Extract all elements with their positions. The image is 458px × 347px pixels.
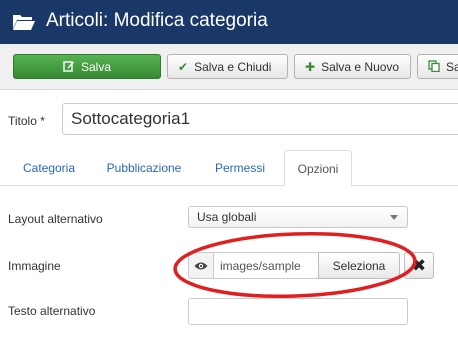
title-input[interactable]: Sottocategoria1: [62, 103, 458, 135]
save-button-label: Salva: [80, 59, 112, 74]
layout-label: Layout alternativo: [8, 212, 103, 226]
page-title: Articoli: Modifica categoria: [46, 10, 268, 31]
eye-icon: [194, 262, 208, 269]
save-new-label: Salva e Nuovo: [321, 59, 400, 74]
caret-down-icon: [390, 215, 398, 220]
tab-opzioni[interactable]: Opzioni: [284, 150, 352, 187]
preview-button[interactable]: [188, 252, 214, 279]
select-image-button[interactable]: Seleziona: [318, 252, 400, 279]
image-label: Immagine: [8, 259, 61, 273]
tab-permessi[interactable]: Permessi: [200, 150, 280, 186]
save-copy-button[interactable]: Sa: [417, 54, 458, 79]
save-button[interactable]: Salva: [13, 54, 161, 79]
save-new-button[interactable]: ✚ Salva e Nuovo: [294, 54, 411, 79]
page-header: Articoli: Modifica categoria: [0, 0, 458, 44]
check-icon: ✔: [178, 59, 189, 74]
layout-select-value: Usa globali: [197, 210, 257, 224]
toolbar: Salva ✔ Salva e Chiudi ✚ Salva e Nuovo S…: [0, 44, 458, 90]
save-close-label: Salva e Chiudi: [194, 59, 272, 74]
tab-pubblicazione[interactable]: Pubblicazione: [96, 150, 192, 186]
folder-open-icon: [13, 15, 35, 30]
close-icon: ✖: [411, 255, 427, 275]
save-copy-label: Sa: [446, 59, 458, 74]
alt-text-input[interactable]: [188, 298, 408, 325]
alt-text-label: Testo alternativo: [8, 304, 96, 318]
save-close-button[interactable]: ✔ Salva e Chiudi: [167, 54, 288, 79]
tab-bar: Categoria Pubblicazione Permessi Opzioni: [0, 150, 458, 187]
image-path-input[interactable]: images/sample: [213, 252, 319, 279]
edit-icon: [63, 60, 75, 74]
title-label: Titolo *: [8, 114, 45, 128]
clear-image-button[interactable]: ✖: [404, 252, 434, 279]
layout-select[interactable]: Usa globali: [188, 206, 408, 228]
copy-icon: [428, 59, 440, 74]
tab-categoria[interactable]: Categoria: [10, 150, 88, 186]
plus-icon: ✚: [305, 59, 316, 74]
